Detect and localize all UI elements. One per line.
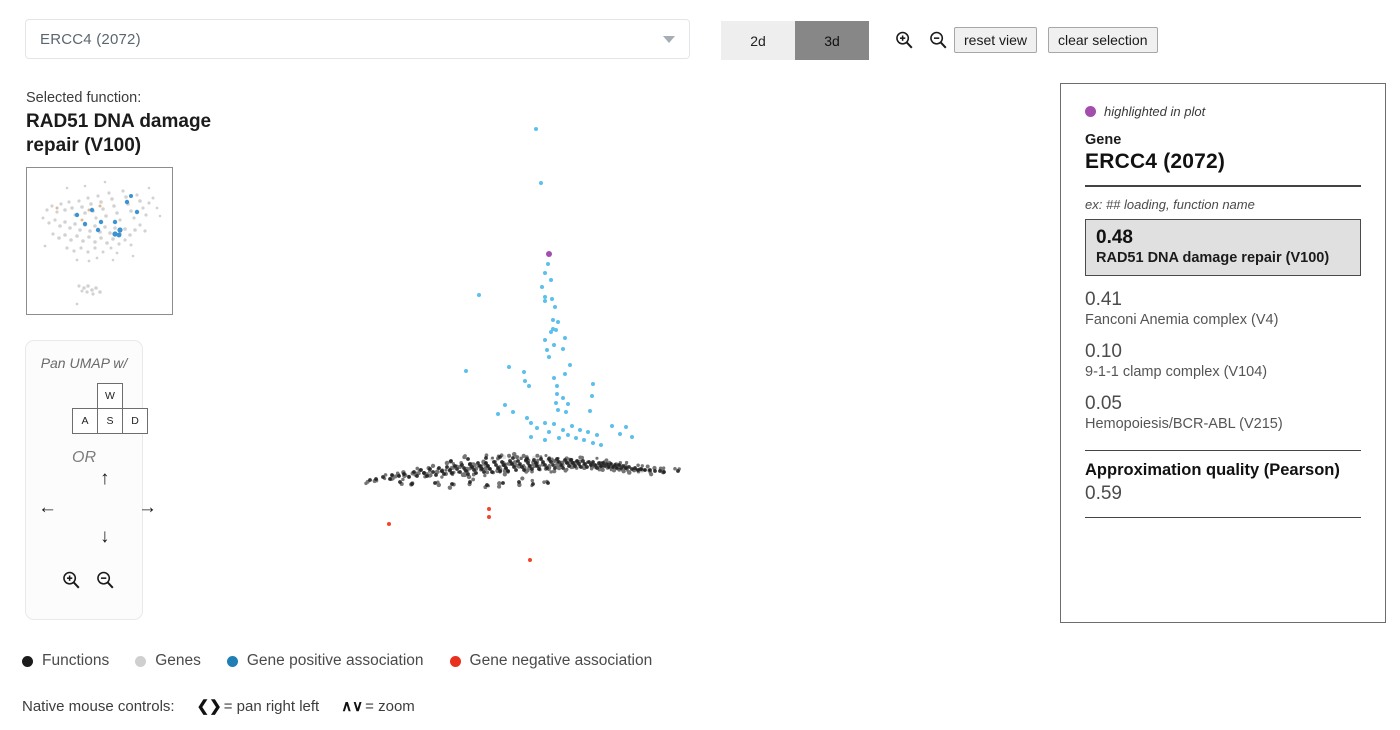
loading-value: 0.10 bbox=[1085, 340, 1122, 362]
loading-name: Fanconi Anemia complex (V4) bbox=[1085, 311, 1279, 328]
zoom-in-button[interactable] bbox=[893, 29, 915, 51]
highlight-note: highlighted in plot bbox=[1104, 104, 1206, 119]
zoom-controls bbox=[893, 29, 949, 51]
pan-zoom-out-button[interactable] bbox=[94, 569, 116, 591]
loading-item-selected[interactable]: 0.48 RAD51 DNA damage repair (V100) bbox=[1085, 218, 1361, 276]
dimension-toggle[interactable]: 2d 3d bbox=[721, 21, 869, 60]
arrow-up-icon[interactable]: ↑ bbox=[100, 469, 110, 488]
loading-name: RAD51 DNA damage repair (V100) bbox=[1096, 249, 1330, 266]
gene-select-value: ERCC4 (2072) bbox=[40, 30, 141, 48]
gene-name: ERCC4 (2072) bbox=[1085, 150, 1226, 173]
series-selected-gene-highlight bbox=[546, 251, 552, 257]
highlight-legend: highlighted in plot bbox=[1085, 104, 1361, 119]
pan-zoom-in-button[interactable] bbox=[60, 569, 82, 591]
divider bbox=[1085, 449, 1361, 451]
zoom-chevrons-icon: ∧∨ bbox=[341, 698, 364, 715]
loading-name: 9-1-1 clamp complex (V104) bbox=[1085, 363, 1268, 380]
loading-value: 0.05 bbox=[1085, 392, 1122, 414]
zoom-out-button[interactable] bbox=[927, 29, 949, 51]
arrow-down-icon[interactable]: ↓ bbox=[100, 527, 110, 546]
chevron-down-icon bbox=[663, 35, 675, 43]
plot-legend: Functions Genes Gene positive associatio… bbox=[22, 652, 678, 670]
pan-label: = pan right left bbox=[223, 697, 320, 715]
selected-function-label: Selected function: bbox=[26, 90, 142, 106]
tab-2d[interactable]: 2d bbox=[721, 21, 795, 60]
key-s[interactable]: S bbox=[97, 408, 123, 434]
loading-item[interactable]: 0.05 Hemopoiesis/BCR-ABL (V215) bbox=[1085, 393, 1361, 432]
approximation-quality-value: 0.59 bbox=[1085, 482, 1122, 504]
series-gene-negative-association bbox=[387, 507, 532, 562]
legend-label: Functions bbox=[42, 652, 110, 669]
gene-info-panel: highlighted in plot Gene ERCC4 (2072) ex… bbox=[1060, 83, 1386, 623]
loading-item[interactable]: 0.41 Fanconi Anemia complex (V4) bbox=[1085, 289, 1361, 328]
pan-arrows-icon: ❮❯ bbox=[196, 698, 222, 715]
mouse-controls-footer: Native mouse controls: ❮❯ = pan right le… bbox=[22, 697, 415, 716]
legend-label: Genes bbox=[155, 652, 201, 669]
umap-thumbnail[interactable] bbox=[26, 167, 173, 315]
divider bbox=[1085, 185, 1361, 187]
divider bbox=[1085, 516, 1361, 519]
legend-dot-icon bbox=[135, 655, 147, 667]
loading-item[interactable]: 0.10 9-1-1 clamp complex (V104) bbox=[1085, 341, 1361, 380]
clear-selection-button[interactable]: clear selection bbox=[1048, 27, 1158, 53]
key-d[interactable]: D bbox=[122, 408, 148, 434]
gene-select-dropdown[interactable]: ERCC4 (2072) bbox=[25, 19, 690, 59]
key-w[interactable]: W bbox=[97, 383, 123, 409]
arrow-left-icon[interactable]: ← bbox=[38, 498, 57, 517]
loading-value: 0.41 bbox=[1085, 288, 1122, 310]
legend-item-functions: Functions bbox=[22, 652, 109, 670]
pan-controls-panel: Pan UMAP w/ W A S D OR ↑ ↓ ← → bbox=[25, 340, 157, 620]
series-gene-positive-association bbox=[464, 127, 634, 447]
reset-view-button[interactable]: reset view bbox=[954, 27, 1038, 53]
legend-label: Gene negative association bbox=[469, 652, 653, 669]
highlight-dot-icon bbox=[1085, 106, 1096, 117]
zoom-label: = zoom bbox=[365, 697, 415, 715]
gene-kicker: Gene bbox=[1085, 132, 1122, 148]
tab-3d[interactable]: 3d bbox=[795, 21, 869, 60]
legend-label: Gene positive association bbox=[246, 652, 424, 669]
key-a[interactable]: A bbox=[72, 408, 98, 434]
legend-dot-icon bbox=[22, 655, 33, 667]
legend-dot-icon bbox=[449, 655, 461, 667]
loading-value: 0.48 bbox=[1096, 226, 1133, 248]
pan-or-label: OR bbox=[72, 449, 96, 466]
legend-dot-icon bbox=[226, 655, 238, 667]
loading-example-note: ex: ## loading, function name bbox=[1085, 196, 1255, 212]
legend-item-negative: Gene negative association bbox=[449, 652, 653, 670]
legend-item-genes: Genes bbox=[135, 652, 201, 670]
legend-item-positive: Gene positive association bbox=[226, 652, 424, 670]
approximation-quality-title: Approximation quality (Pearson) bbox=[1085, 461, 1340, 479]
loading-name: Hemopoiesis/BCR-ABL (V215) bbox=[1085, 415, 1283, 432]
footer-prefix: Native mouse controls: bbox=[22, 697, 175, 715]
umap-scatter-plot[interactable] bbox=[200, 80, 1050, 640]
pan-controls-title: Pan UMAP w/ bbox=[40, 355, 128, 371]
arrow-right-icon[interactable]: → bbox=[138, 498, 157, 517]
